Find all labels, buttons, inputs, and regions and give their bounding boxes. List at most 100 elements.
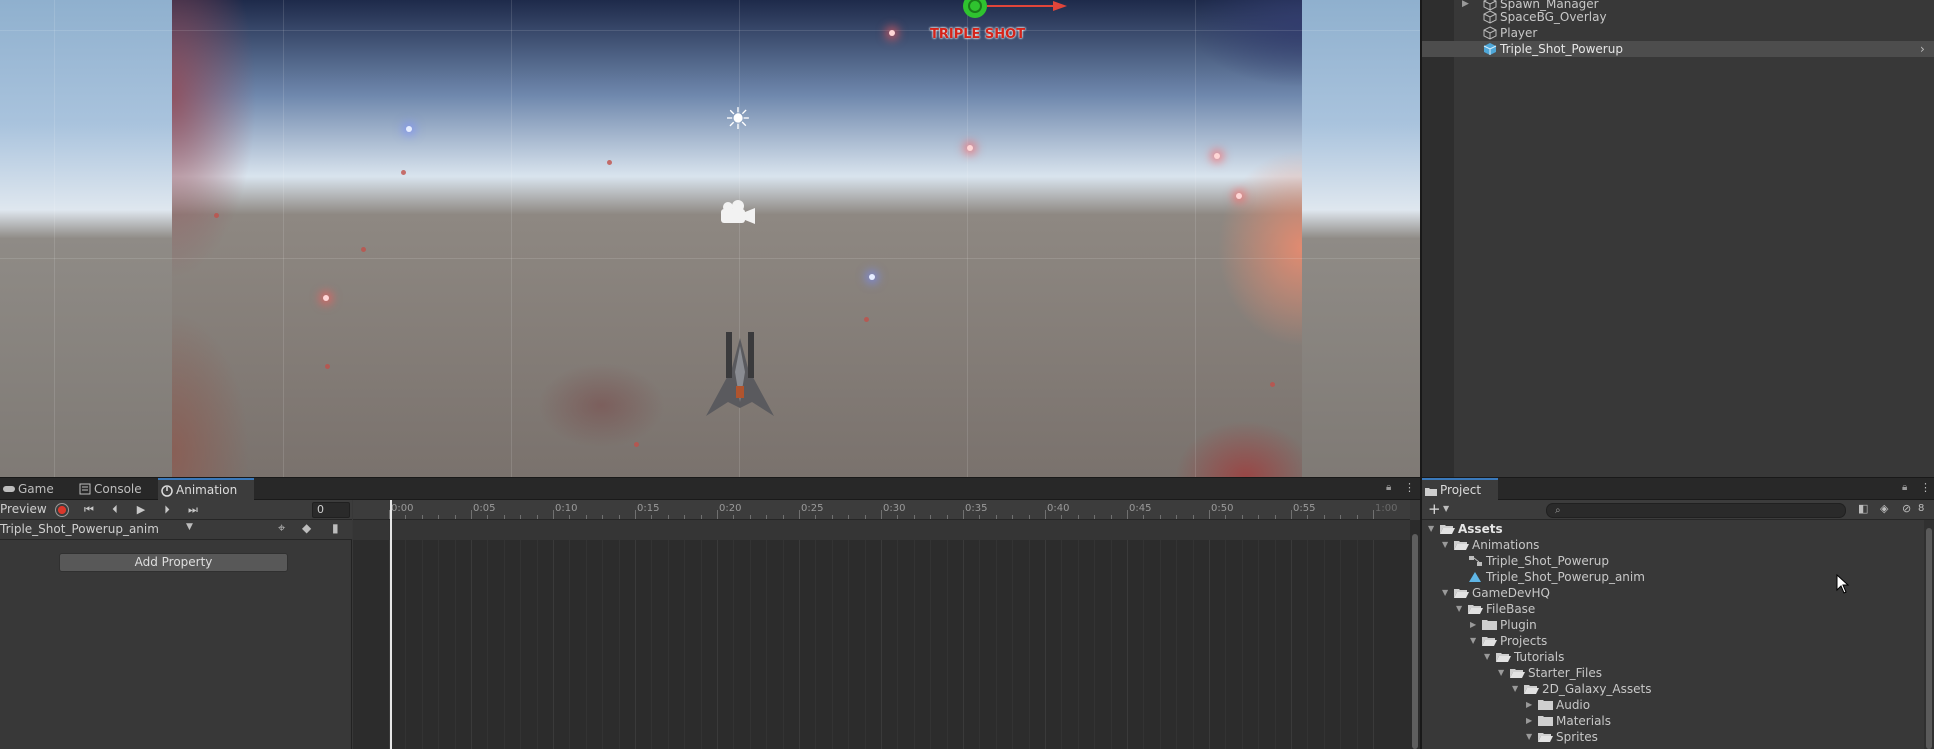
timeline-grid-line: [503, 540, 505, 749]
star-sprite: [1214, 153, 1220, 159]
expanded-arrow-icon[interactable]: ▼: [1526, 729, 1536, 745]
timeline-grid-line: [766, 540, 768, 749]
scrollbar-thumb[interactable]: [1412, 534, 1418, 749]
preview-toggle[interactable]: Preview: [0, 502, 47, 516]
timeline-tick-label: 0:45: [1129, 503, 1152, 514]
frame-input[interactable]: 0: [312, 502, 350, 518]
timeline-minor-tick: [766, 515, 768, 519]
first-keyframe-button[interactable]: ⏮: [80, 502, 98, 518]
search-by-label-icon[interactable]: ◈: [1880, 502, 1888, 515]
search-by-type-icon[interactable]: ◧: [1858, 502, 1868, 515]
timeline-minor-tick: [421, 515, 423, 519]
timeline-tick-label: 0:30: [883, 503, 906, 514]
play-button[interactable]: ▶: [132, 502, 150, 518]
last-keyframe-button[interactable]: ⏭: [184, 502, 202, 518]
more-options-icon[interactable]: ⋮: [1404, 481, 1415, 494]
star-sprite: [967, 145, 973, 151]
expanded-arrow-icon[interactable]: ▼: [1484, 649, 1494, 665]
folder-open-icon: [1440, 525, 1455, 534]
collapsed-arrow-icon[interactable]: ▶: [1526, 697, 1536, 713]
timeline-grid-line: [602, 540, 604, 749]
timeline-grid-line: [1094, 540, 1096, 749]
tab-game[interactable]: Game: [0, 478, 76, 500]
directional-light-icon[interactable]: ☀: [721, 103, 755, 137]
timeline-grid-line: [717, 540, 718, 749]
timeline-grid-line: [487, 540, 489, 749]
lock-icon[interactable]: 🔒︎: [1386, 482, 1391, 493]
timeline-minor-tick: [815, 515, 817, 519]
timeline-grid-line: [667, 540, 669, 749]
add-event-icon[interactable]: ▮: [332, 521, 339, 535]
star-sprite: [889, 30, 895, 36]
add-property-button[interactable]: Add Property: [59, 553, 288, 572]
gameobject-icon: [1483, 26, 1497, 40]
timeline-minor-tick: [913, 515, 915, 519]
timeline-tick: [1291, 510, 1292, 519]
star-sprite: [406, 126, 412, 132]
timeline-minor-tick: [667, 515, 669, 519]
scene-view[interactable]: ☀ TRIPLE SHOT: [0, 0, 1420, 477]
project-search-input[interactable]: ⌕: [1546, 503, 1846, 518]
hidden-packages-icon[interactable]: ⊘: [1902, 502, 1911, 515]
previous-keyframe-button[interactable]: ⏴: [106, 502, 124, 518]
chevron-right-icon[interactable]: ›: [1920, 41, 1925, 57]
expanded-arrow-icon[interactable]: ▼: [1456, 601, 1466, 617]
hierarchy-item-triple-shot-powerup[interactable]: Triple_Shot_Powerup ›: [1422, 41, 1934, 57]
timeline-minor-tick: [487, 515, 489, 519]
timeline-tick-label: 0:00: [391, 503, 414, 514]
expanded-arrow-icon[interactable]: ▼: [1428, 521, 1438, 537]
expanded-arrow-icon[interactable]: ▼: [1498, 665, 1508, 681]
more-options-icon[interactable]: ⋮: [1920, 481, 1931, 494]
camera-icon[interactable]: [719, 198, 757, 228]
tree-item-label: 2D_Galaxy_Assets: [1542, 682, 1652, 696]
timeline-minor-tick: [618, 515, 620, 519]
timeline-grid-line: [1258, 540, 1260, 749]
tab-project[interactable]: Project: [1422, 478, 1498, 500]
timeline-tick: [635, 510, 636, 519]
animation-toolbar: Preview ⏮ ⏴ ▶ ⏵ ⏭ 0: [0, 500, 352, 520]
add-keyframe-icon[interactable]: ◆: [302, 521, 311, 535]
tab-console[interactable]: Console: [76, 478, 158, 500]
tree-item-label: Triple_Shot_Powerup: [1486, 554, 1609, 568]
timeline-scrollbar[interactable]: [1410, 520, 1420, 749]
move-tool-icon[interactable]: [959, 0, 1069, 20]
create-asset-button[interactable]: +: [1428, 500, 1441, 518]
expanded-arrow-icon[interactable]: ▼: [1442, 537, 1452, 553]
hierarchy-item-spacebg-overlay[interactable]: SpaceBG_Overlay: [1422, 9, 1934, 25]
scrollbar-thumb[interactable]: [1926, 528, 1932, 749]
timeline-grid-line: [1110, 540, 1112, 749]
project-scrollbar[interactable]: [1924, 520, 1934, 749]
expanded-arrow-icon[interactable]: ▼: [1512, 681, 1522, 697]
triple-shot-powerup-sprite[interactable]: TRIPLE SHOT: [930, 27, 1025, 42]
collapsed-arrow-icon[interactable]: ▶: [1526, 713, 1536, 729]
chevron-down-icon[interactable]: ▼: [1443, 504, 1449, 513]
timeline-minor-tick: [602, 515, 604, 519]
collapsed-arrow-icon[interactable]: ▶: [1470, 617, 1480, 633]
player-ship-sprite[interactable]: [702, 328, 778, 424]
filter-by-selection-icon[interactable]: ⌖: [278, 521, 285, 536]
timeline-tick: [1209, 510, 1210, 519]
tree-item-label: GameDevHQ: [1472, 586, 1550, 600]
clip-dropdown[interactable]: Triple_Shot_Powerup_anim: [0, 522, 159, 536]
project-toolbar: + ▼ ⌕ ◧ ◈ ⊘ 8: [1422, 500, 1934, 520]
timeline-minor-tick: [585, 515, 587, 519]
timeline-grid-line: [520, 540, 522, 749]
playhead-line[interactable]: [390, 500, 392, 749]
chevron-down-icon[interactable]: ▼: [186, 522, 193, 532]
timeline-minor-tick: [1061, 515, 1063, 519]
expanded-arrow-icon[interactable]: ▼: [1442, 585, 1452, 601]
expanded-arrow-icon[interactable]: ▼: [1470, 633, 1480, 649]
record-button[interactable]: [55, 503, 69, 517]
scene-grid-line: [0, 258, 1420, 259]
gameobject-icon: [1483, 43, 1497, 55]
timeline-grid-line: [979, 540, 981, 749]
lock-icon[interactable]: 🔒︎: [1902, 482, 1907, 493]
timeline-minor-tick: [651, 515, 653, 519]
tab-animation[interactable]: Animation: [158, 478, 254, 500]
next-keyframe-button[interactable]: ⏵: [158, 502, 176, 518]
dopesheet-area[interactable]: [353, 520, 1410, 749]
hierarchy-item-player[interactable]: Player: [1422, 25, 1934, 41]
hierarchy-item-label: Triple_Shot_Powerup: [1500, 42, 1623, 56]
timeline-ruler[interactable]: 0:00 0:05 0:10 0:15 0:20 0:25 0:30 0:35 0:40 0:45…: [353, 500, 1410, 520]
timeline-grid-line: [963, 540, 964, 749]
